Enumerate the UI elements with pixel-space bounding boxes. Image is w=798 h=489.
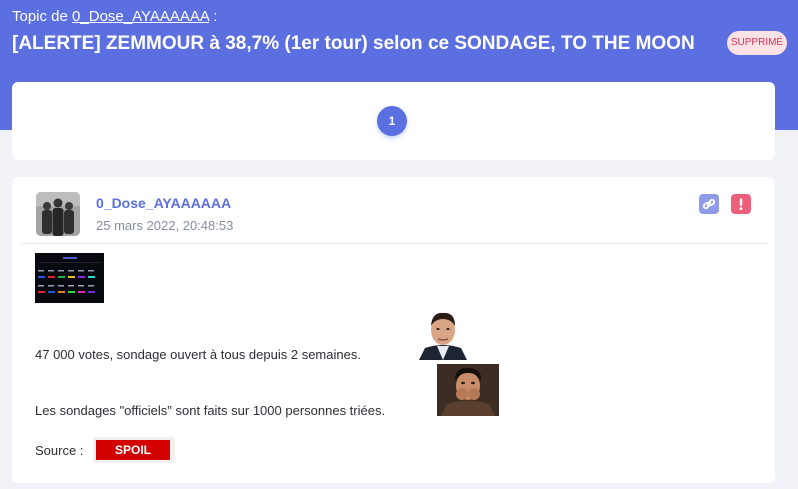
spoil-label: SPOIL	[96, 440, 170, 460]
source-label: Source :	[35, 443, 84, 458]
post-text-line: 47 000 votes, sondage ouvert à tous depu…	[35, 347, 361, 362]
link-icon	[702, 198, 716, 210]
sticker-image[interactable]	[437, 364, 499, 416]
post-divider	[22, 243, 767, 244]
post-author[interactable]: 0_Dose_AYAAAAAA	[96, 195, 231, 211]
topic-author-line: Topic de 0_Dose_AYAAAAAA :	[12, 8, 217, 25]
topic-title: [ALERTE] ZEMMOUR à 38,7% (1er tour) selo…	[12, 33, 695, 54]
avatar-image	[36, 192, 80, 236]
report-button[interactable]	[731, 194, 751, 214]
post-date: 25 mars 2022, 20:48:53	[96, 218, 234, 233]
sticker-image[interactable]	[417, 308, 469, 360]
source-line: Source :	[35, 443, 83, 458]
page-1-button[interactable]: 1	[377, 106, 407, 136]
topic-prefix: Topic de	[12, 8, 68, 25]
permalink-button[interactable]	[699, 194, 719, 214]
deleted-status-badge: SUPPRIMÉ	[727, 31, 787, 55]
poll-results-image[interactable]	[35, 253, 104, 303]
forum-post: 0_Dose_AYAAAAAA 25 mars 2022, 20:48:53 4…	[12, 177, 775, 483]
topic-suffix: :	[213, 8, 218, 25]
alert-icon	[739, 198, 743, 210]
spoil-button[interactable]: SPOIL	[93, 437, 175, 463]
topic-author-link[interactable]: 0_Dose_AYAAAAAA	[72, 8, 209, 25]
pagination-bar: 1	[12, 82, 775, 160]
avatar[interactable]	[36, 192, 80, 236]
post-text-line: Les sondages "officiels" sont faits sur …	[35, 403, 386, 418]
